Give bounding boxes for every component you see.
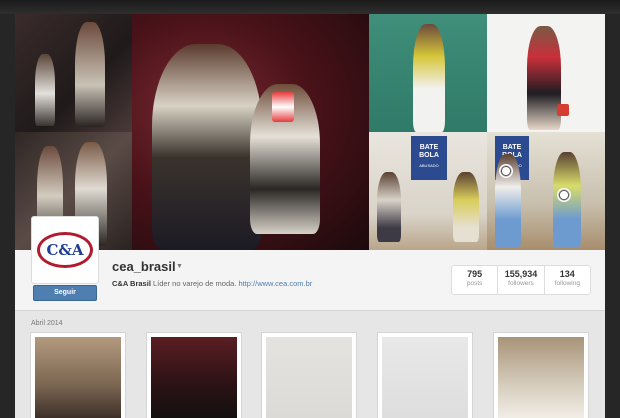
- stat-value: 155,934: [504, 269, 538, 279]
- bio-link[interactable]: http://www.cea.com.br: [238, 279, 312, 288]
- feed-date-label: Abril 2014: [31, 320, 63, 327]
- stat-label: followers: [508, 280, 534, 287]
- profile-avatar[interactable]: C&A: [31, 216, 99, 284]
- feed-photo[interactable]: [146, 332, 242, 418]
- cover-photo-4[interactable]: [369, 14, 487, 132]
- cover-photo-7[interactable]: BATE BOLAABUSADO: [487, 132, 605, 250]
- photo-thumbnail: [498, 337, 584, 418]
- photo-thumbnail: [35, 337, 121, 418]
- photo-thumbnail: [382, 337, 468, 418]
- profile-bio: C&A Brasil Líder no varejo de moda. http…: [112, 279, 312, 288]
- instagram-profile-page: BATE BOLAABUSADO BATE BOLAABUSADO C&A Se…: [0, 0, 620, 418]
- stat-label: following: [554, 280, 580, 287]
- bio-text: Líder no varejo de moda.: [150, 279, 239, 288]
- cover-photo-6[interactable]: BATE BOLA ABUSADO: [369, 132, 487, 250]
- stat-value: 795: [467, 269, 483, 279]
- cover-photo-grid: BATE BOLAABUSADO BATE BOLAABUSADO: [15, 14, 605, 250]
- stat-label: posts: [466, 280, 483, 287]
- stat-posts[interactable]: 795 posts: [452, 266, 499, 294]
- bio-name: C&A Brasil: [112, 279, 151, 288]
- profile-header: C&A Seguir cea_brasil ▼ C&A Brasil Líder…: [15, 216, 605, 310]
- cover-photo-1[interactable]: [15, 14, 132, 132]
- profile-stats: 795 posts 155,934 followers 134 followin…: [451, 265, 591, 295]
- feed-photo[interactable]: [493, 332, 589, 418]
- cover-photo-main[interactable]: [132, 14, 369, 250]
- feed-photo[interactable]: [30, 332, 126, 418]
- photo-thumbnail: [151, 337, 237, 418]
- photo-thumbnail: [266, 337, 352, 418]
- stat-followers[interactable]: 155,934 followers: [498, 266, 545, 294]
- cover-photo-5[interactable]: [487, 14, 605, 132]
- cea-logo: C&A: [37, 232, 93, 268]
- top-bar: [0, 0, 620, 14]
- feed-photo[interactable]: [261, 332, 357, 418]
- bate-bola-sign: BATE BOLA ABUSADO: [411, 136, 447, 180]
- profile-username: cea_brasil: [112, 259, 176, 274]
- stat-following[interactable]: 134 following: [545, 266, 590, 294]
- chevron-down-icon[interactable]: ▼: [176, 263, 183, 270]
- follow-button[interactable]: Seguir: [33, 285, 97, 301]
- photo-feed: Abril 2014: [15, 310, 605, 418]
- stat-value: 134: [559, 269, 575, 279]
- feed-photo[interactable]: [377, 332, 473, 418]
